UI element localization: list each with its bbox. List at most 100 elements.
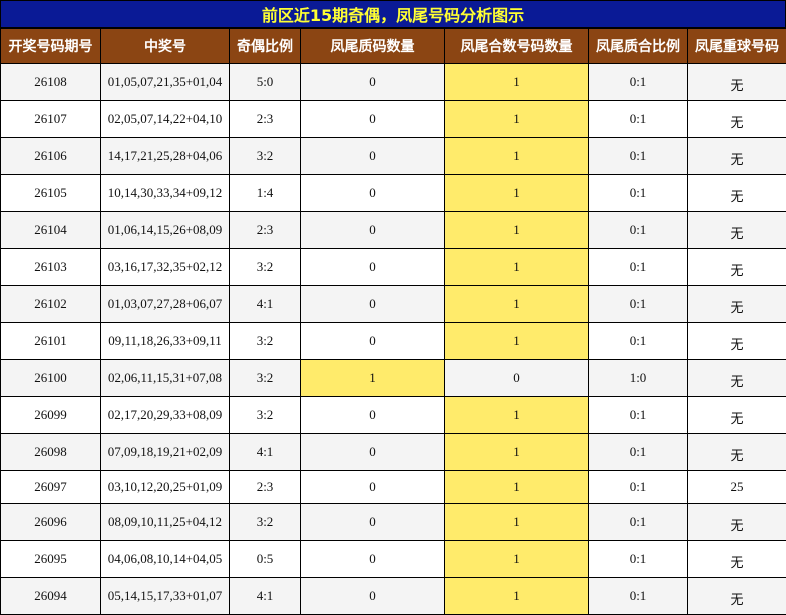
table-row: 2610801,05,07,21,35+01,045:0010:1无 — [1, 64, 786, 101]
cell-numbers: 07,09,18,19,21+02,09 — [101, 434, 230, 471]
cell-numbers: 01,06,14,15,26+08,09 — [101, 212, 230, 249]
cell-odd-even: 2:3 — [230, 212, 301, 249]
cell-repeat: 25 — [688, 471, 786, 504]
cell-prime-count: 0 — [301, 249, 445, 286]
cell-ratio: 0:1 — [589, 434, 688, 471]
header-prime-composite-ratio: 凤尾质合比例 — [589, 29, 688, 64]
header-repeat-number: 凤尾重球号码 — [688, 29, 786, 64]
cell-period: 26106 — [1, 138, 101, 175]
cell-repeat: 无 — [688, 101, 786, 138]
cell-period: 26098 — [1, 434, 101, 471]
cell-ratio: 0:1 — [589, 175, 688, 212]
cell-period: 26107 — [1, 101, 101, 138]
cell-composite-count: 1 — [445, 212, 589, 249]
cell-prime-count: 0 — [301, 578, 445, 615]
cell-prime-count: 0 — [301, 323, 445, 360]
table-row: 2610109,11,18,26,33+09,113:2010:1无 — [1, 323, 786, 360]
table-row: 2609807,09,18,19,21+02,094:1010:1无 — [1, 434, 786, 471]
analysis-panel: 前区近15期奇偶，凤尾号码分析图示 开奖号码期号 中奖号 奇偶比例 凤尾质码数量… — [0, 0, 786, 555]
cell-ratio: 0:1 — [589, 578, 688, 615]
table-row: 2610702,05,07,14,22+04,102:3010:1无 — [1, 101, 786, 138]
cell-numbers: 03,10,12,20,25+01,09 — [101, 471, 230, 504]
cell-period: 26095 — [1, 541, 101, 578]
table-row: 2610201,03,07,27,28+06,074:1010:1无 — [1, 286, 786, 323]
cell-odd-even: 2:3 — [230, 101, 301, 138]
cell-odd-even: 5:0 — [230, 64, 301, 101]
cell-numbers: 08,09,10,11,25+04,12 — [101, 504, 230, 541]
cell-composite-count: 1 — [445, 286, 589, 323]
table-row: 2609902,17,20,29,33+08,093:2010:1无 — [1, 397, 786, 434]
cell-repeat: 无 — [688, 138, 786, 175]
cell-repeat: 无 — [688, 578, 786, 615]
cell-ratio: 0:1 — [589, 471, 688, 504]
header-numbers: 中奖号 — [101, 29, 230, 64]
cell-ratio: 0:1 — [589, 138, 688, 175]
cell-repeat: 无 — [688, 434, 786, 471]
cell-odd-even: 4:1 — [230, 578, 301, 615]
cell-ratio: 0:1 — [589, 101, 688, 138]
cell-prime-count: 0 — [301, 541, 445, 578]
cell-numbers: 01,03,07,27,28+06,07 — [101, 286, 230, 323]
cell-repeat: 无 — [688, 360, 786, 397]
cell-ratio: 0:1 — [589, 541, 688, 578]
cell-period: 26103 — [1, 249, 101, 286]
cell-period: 26108 — [1, 64, 101, 101]
cell-numbers: 02,17,20,29,33+08,09 — [101, 397, 230, 434]
table-row: 2609703,10,12,20,25+01,092:3010:125 — [1, 471, 786, 504]
cell-repeat: 无 — [688, 249, 786, 286]
cell-repeat: 无 — [688, 175, 786, 212]
cell-odd-even: 2:3 — [230, 471, 301, 504]
cell-composite-count: 1 — [445, 101, 589, 138]
cell-odd-even: 3:2 — [230, 397, 301, 434]
cell-composite-count: 1 — [445, 138, 589, 175]
page-title: 前区近15期奇偶，凤尾号码分析图示 — [0, 0, 786, 28]
cell-prime-count: 0 — [301, 175, 445, 212]
cell-ratio: 0:1 — [589, 286, 688, 323]
cell-period: 26105 — [1, 175, 101, 212]
header-odd-even: 奇偶比例 — [230, 29, 301, 64]
cell-period: 26102 — [1, 286, 101, 323]
cell-prime-count: 0 — [301, 434, 445, 471]
cell-period: 26094 — [1, 578, 101, 615]
cell-ratio: 0:1 — [589, 504, 688, 541]
cell-period: 26101 — [1, 323, 101, 360]
cell-ratio: 0:1 — [589, 397, 688, 434]
header-composite-count: 凤尾合数号码数量 — [445, 29, 589, 64]
cell-repeat: 无 — [688, 212, 786, 249]
cell-composite-count: 0 — [445, 360, 589, 397]
cell-numbers: 09,11,18,26,33+09,11 — [101, 323, 230, 360]
cell-prime-count: 1 — [301, 360, 445, 397]
table-row: 2610401,06,14,15,26+08,092:3010:1无 — [1, 212, 786, 249]
cell-period: 26100 — [1, 360, 101, 397]
cell-prime-count: 0 — [301, 101, 445, 138]
cell-composite-count: 1 — [445, 578, 589, 615]
analysis-table: 开奖号码期号 中奖号 奇偶比例 凤尾质码数量 凤尾合数号码数量 凤尾质合比例 凤… — [0, 28, 786, 615]
cell-composite-count: 1 — [445, 323, 589, 360]
cell-numbers: 14,17,21,25,28+04,06 — [101, 138, 230, 175]
cell-numbers: 01,05,07,21,35+01,04 — [101, 64, 230, 101]
cell-odd-even: 4:1 — [230, 434, 301, 471]
cell-numbers: 05,14,15,17,33+01,07 — [101, 578, 230, 615]
table-row: 2610002,06,11,15,31+07,083:2101:0无 — [1, 360, 786, 397]
cell-composite-count: 1 — [445, 64, 589, 101]
table-row: 2609504,06,08,10,14+04,050:5010:1无 — [1, 541, 786, 578]
table-row: 2610510,14,30,33,34+09,121:4010:1无 — [1, 175, 786, 212]
cell-repeat: 无 — [688, 286, 786, 323]
table-row: 2609608,09,10,11,25+04,123:2010:1无 — [1, 504, 786, 541]
cell-odd-even: 3:2 — [230, 249, 301, 286]
cell-period: 26096 — [1, 504, 101, 541]
cell-composite-count: 1 — [445, 397, 589, 434]
cell-ratio: 0:1 — [589, 64, 688, 101]
cell-repeat: 无 — [688, 323, 786, 360]
cell-period: 26097 — [1, 471, 101, 504]
header-period: 开奖号码期号 — [1, 29, 101, 64]
cell-prime-count: 0 — [301, 138, 445, 175]
cell-repeat: 无 — [688, 504, 786, 541]
cell-odd-even: 3:2 — [230, 323, 301, 360]
cell-prime-count: 0 — [301, 64, 445, 101]
cell-odd-even: 3:2 — [230, 504, 301, 541]
cell-period: 26104 — [1, 212, 101, 249]
cell-prime-count: 0 — [301, 397, 445, 434]
cell-composite-count: 1 — [445, 249, 589, 286]
cell-composite-count: 1 — [445, 175, 589, 212]
